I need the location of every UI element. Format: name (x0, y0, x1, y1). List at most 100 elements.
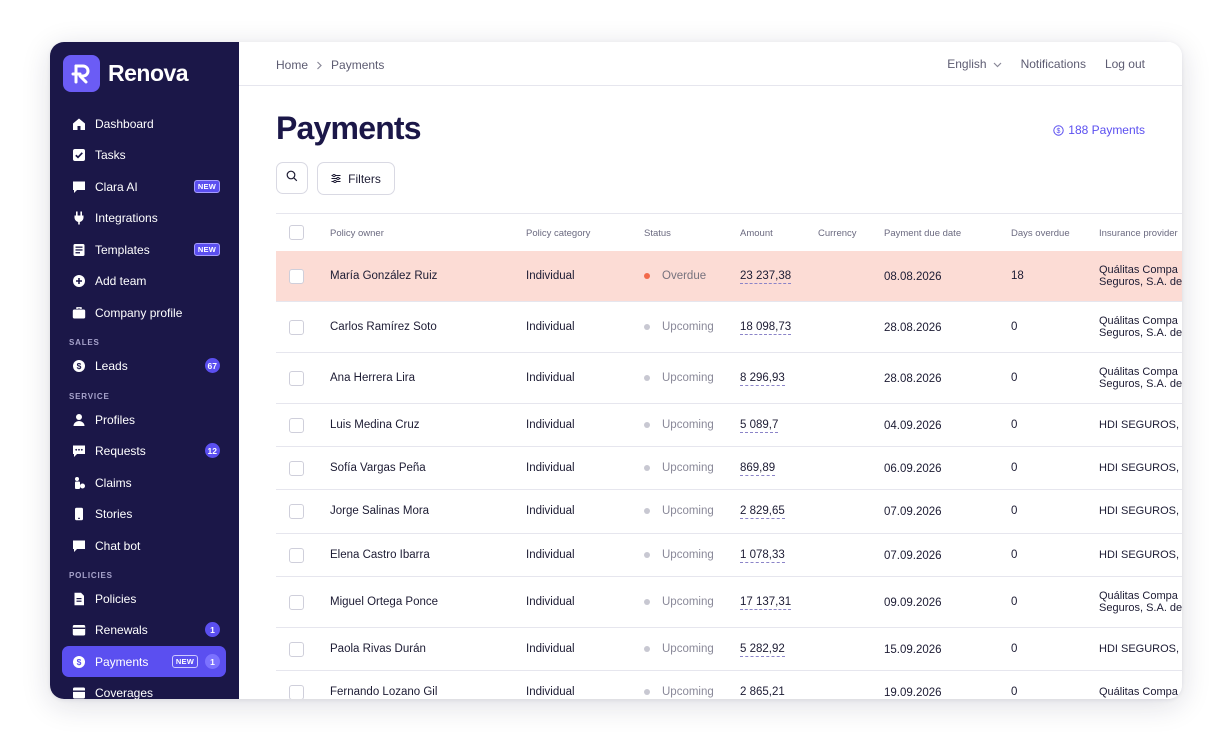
policy-category: Individual (526, 596, 575, 608)
amount[interactable]: 18 098,73 (740, 321, 792, 335)
policy-owner[interactable]: Jorge Salinas Mora (330, 505, 429, 517)
policy-owner[interactable]: Paola Rivas Durán (330, 643, 426, 655)
amount[interactable]: 2 829,65 (740, 505, 785, 519)
column-header[interactable]: Currency (818, 228, 857, 239)
table-row[interactable]: Sofía Vargas Peña Individual Upcoming 869,8… (276, 447, 1182, 490)
table-row[interactable]: Elena Castro Ibarra Individual Upcoming 1 0… (276, 534, 1182, 577)
language-selector[interactable]: English (947, 57, 1002, 71)
filters-button[interactable]: Filters (317, 162, 395, 195)
count-badge: 1 (205, 622, 220, 637)
table-row[interactable]: Miguel Ortega Ponce Individual Upcoming 17 … (276, 577, 1182, 628)
amount[interactable]: 1 078,33 (740, 549, 785, 563)
insurance-provider-line: HDI SEGUROS, S (1099, 419, 1182, 431)
sidebar-item-renewals[interactable]: Renewals 1 (62, 614, 226, 645)
column-header[interactable]: Payment due date (884, 228, 961, 239)
topbar: Home Payments English Notifications Log … (239, 42, 1182, 86)
payments-count-link[interactable]: $ 188 Payments (1053, 123, 1145, 137)
table-row[interactable]: Fernando Lozano Gil Individual Upcoming 2 8… (276, 671, 1182, 699)
row-checkbox[interactable] (289, 685, 304, 699)
sidebar-item-templates[interactable]: Templates NEW (62, 234, 226, 265)
policy-owner[interactable]: María González Ruiz (330, 270, 437, 282)
amount[interactable]: 2 865,21 (740, 686, 785, 699)
select-all-checkbox[interactable] (289, 225, 304, 240)
sidebar-item-tasks[interactable]: Tasks (62, 139, 226, 170)
payment-due-date: 07.09.2026 (884, 506, 942, 518)
insurance-provider: HDI SEGUROS, S (1099, 505, 1182, 517)
policy-owner[interactable]: Elena Castro Ibarra (330, 549, 430, 561)
amount[interactable]: 5 089,7 (740, 419, 779, 433)
column-header[interactable]: Policy category (526, 228, 590, 239)
sidebar-item-label: Chat bot (95, 538, 141, 553)
phone-icon (71, 506, 86, 521)
sidebar-item-coverages[interactable]: Coverages (62, 677, 226, 699)
sidebar-item-add-team[interactable]: Add team (62, 265, 226, 296)
breadcrumb-home[interactable]: Home (276, 58, 308, 72)
row-checkbox[interactable] (289, 548, 304, 563)
status-label: Upcoming (662, 419, 714, 431)
amount[interactable]: 23 237,38 (740, 270, 792, 284)
sidebar-item-dashboard[interactable]: Dashboard (62, 108, 226, 139)
column-header[interactable]: Amount (740, 228, 773, 239)
amount[interactable]: 869,89 (740, 462, 776, 476)
days-overdue: 0 (1011, 505, 1018, 517)
amount[interactable]: 17 137,31 (740, 596, 792, 610)
status: Upcoming (644, 596, 714, 608)
sidebar-item-claims[interactable]: Claims (62, 467, 226, 498)
notifications-link[interactable]: Notifications (1021, 57, 1086, 71)
row-checkbox[interactable] (289, 642, 304, 657)
policy-owner[interactable]: Ana Herrera Lira (330, 372, 415, 384)
sidebar-item-leads[interactable]: $ Leads 67 (62, 350, 226, 381)
table-row[interactable]: María González Ruiz Individual Overdue 23 2… (276, 251, 1182, 302)
policy-category: Individual (526, 372, 575, 384)
sidebar-item-chat-bot[interactable]: Chat bot (62, 530, 226, 561)
table-row[interactable]: Luis Medina Cruz Individual Upcoming 5 089,… (276, 404, 1182, 447)
insurance-provider-line: Seguros, S.A. de (1099, 378, 1182, 390)
row-checkbox[interactable] (289, 269, 304, 284)
amount[interactable]: 5 282,92 (740, 643, 785, 657)
row-checkbox[interactable] (289, 418, 304, 433)
sidebar-item-company-profile[interactable]: Company profile (62, 297, 226, 328)
row-checkbox[interactable] (289, 461, 304, 476)
row-checkbox[interactable] (289, 320, 304, 335)
svg-text:$: $ (1057, 128, 1061, 135)
column-header[interactable]: Days overdue (1011, 228, 1070, 239)
sidebar-item-stories[interactable]: Stories (62, 498, 226, 529)
table-row[interactable]: Paola Rivas Durán Individual Upcoming 5 282… (276, 628, 1182, 671)
sidebar-item-clara-ai[interactable]: Clara AI NEW (62, 171, 226, 202)
column-header[interactable]: Status (644, 228, 671, 239)
days-overdue: 0 (1011, 321, 1018, 333)
row-checkbox[interactable] (289, 371, 304, 386)
amount[interactable]: 8 296,93 (740, 372, 785, 386)
column-header[interactable]: Policy owner (330, 228, 384, 239)
sidebar-item-label: Company profile (95, 305, 183, 320)
chat-bubble-icon (71, 538, 86, 553)
table-row[interactable]: Ana Herrera Lira Individual Upcoming 8 296,… (276, 353, 1182, 404)
sidebar-item-integrations[interactable]: Integrations (62, 202, 226, 233)
brand[interactable]: Renova (63, 55, 189, 92)
logout-link[interactable]: Log out (1105, 57, 1145, 71)
table-row[interactable]: Carlos Ramírez Soto Individual Upcoming 18 … (276, 302, 1182, 353)
policy-category: Individual (526, 462, 575, 474)
table-row[interactable]: Jorge Salinas Mora Individual Upcoming 2 82… (276, 490, 1182, 534)
payment-due-date: 19.09.2026 (884, 687, 942, 699)
policy-owner[interactable]: Miguel Ortega Ponce (330, 596, 438, 608)
insurance-provider: HDI SEGUROS, S (1099, 643, 1182, 655)
policy-owner[interactable]: Carlos Ramírez Soto (330, 321, 437, 333)
sidebar-item-label: Profiles (95, 412, 136, 427)
policy-owner[interactable]: Fernando Lozano Gil (330, 686, 437, 698)
sidebar-item-profiles[interactable]: Profiles (62, 404, 226, 435)
column-header[interactable]: Insurance provider (1099, 228, 1178, 239)
policy-owner[interactable]: Luis Medina Cruz (330, 419, 419, 431)
payment-due-date: 28.08.2026 (884, 373, 942, 385)
search-button[interactable] (276, 162, 308, 194)
sidebar-item-requests[interactable]: Requests 12 (62, 435, 226, 466)
policy-owner[interactable]: Sofía Vargas Peña (330, 462, 426, 474)
sidebar-item-label: Leads (95, 358, 128, 373)
sidebar-item-policies[interactable]: Policies (62, 583, 226, 614)
insurance-provider-line: Quálitas Compa (1099, 590, 1178, 602)
row-checkbox[interactable] (289, 504, 304, 519)
sidebar-item-label: Requests (95, 443, 146, 458)
sidebar-item-payments[interactable]: $ Payments NEW 1 (62, 646, 226, 677)
sidebar-item-label: Add team (95, 273, 147, 288)
row-checkbox[interactable] (289, 595, 304, 610)
